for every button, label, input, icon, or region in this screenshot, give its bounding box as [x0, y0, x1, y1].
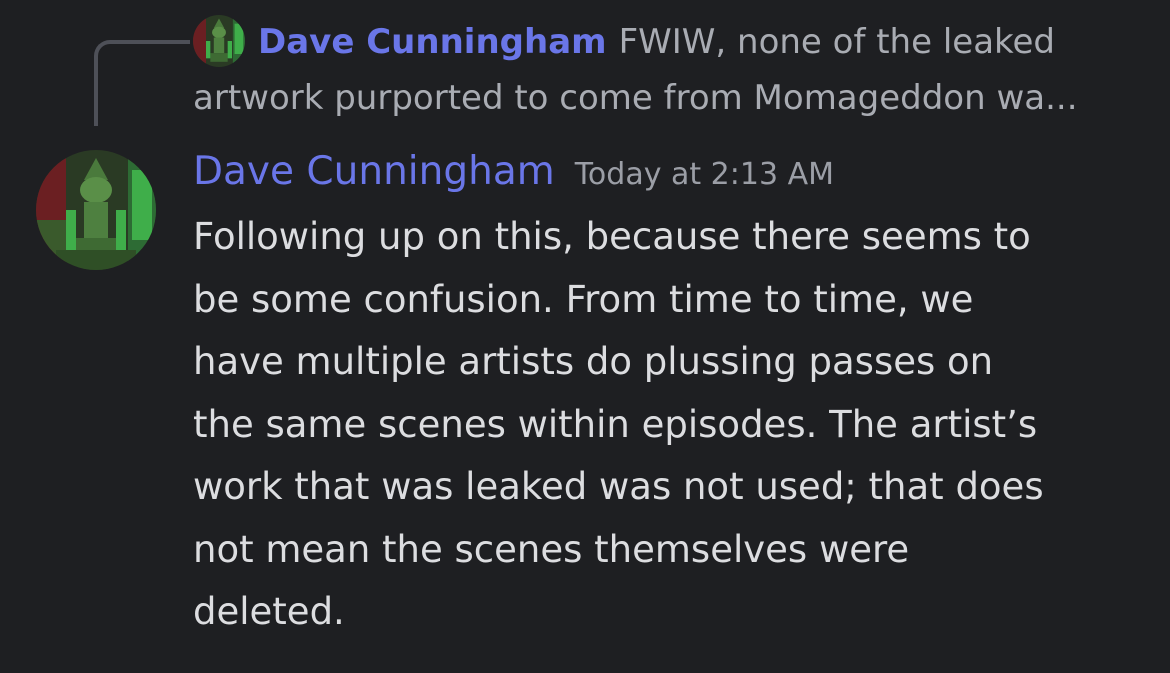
- message-line: work that was leaked was not used; that …: [193, 465, 1044, 508]
- reply-author-name[interactable]: Dave Cunningham: [258, 22, 607, 62]
- message-line: deleted.: [193, 590, 345, 633]
- reply-preview-text[interactable]: FWIW, none of the leaked: [619, 22, 1055, 62]
- message-line: not mean the scenes themselves were: [193, 527, 910, 571]
- reply-preview: Dave Cunningham FWIW, none of the leaked: [258, 20, 1055, 64]
- avatar-figure-icon: [36, 150, 156, 270]
- timestamp[interactable]: Today at 2:13 AM: [575, 157, 834, 192]
- message-body: Following up on this, because there seem…: [193, 206, 1153, 644]
- reply-preview-text-continued[interactable]: artwork purported to come from Momageddo…: [193, 76, 1078, 120]
- reply-spine: [94, 40, 190, 126]
- message-line: Following up on this, because there seem…: [193, 215, 1031, 258]
- reply-avatar[interactable]: [193, 15, 245, 67]
- avatar-figure-icon: [193, 15, 245, 67]
- author-name[interactable]: Dave Cunningham: [193, 149, 555, 194]
- avatar[interactable]: [36, 150, 156, 270]
- message-line: be some confusion. From time to time, we: [193, 277, 974, 321]
- message-header: Dave Cunningham Today at 2:13 AM: [193, 148, 834, 199]
- message-line: have multiple artists do plussing passes…: [193, 340, 994, 383]
- message-line: the same scenes within episodes. The art…: [193, 402, 1038, 446]
